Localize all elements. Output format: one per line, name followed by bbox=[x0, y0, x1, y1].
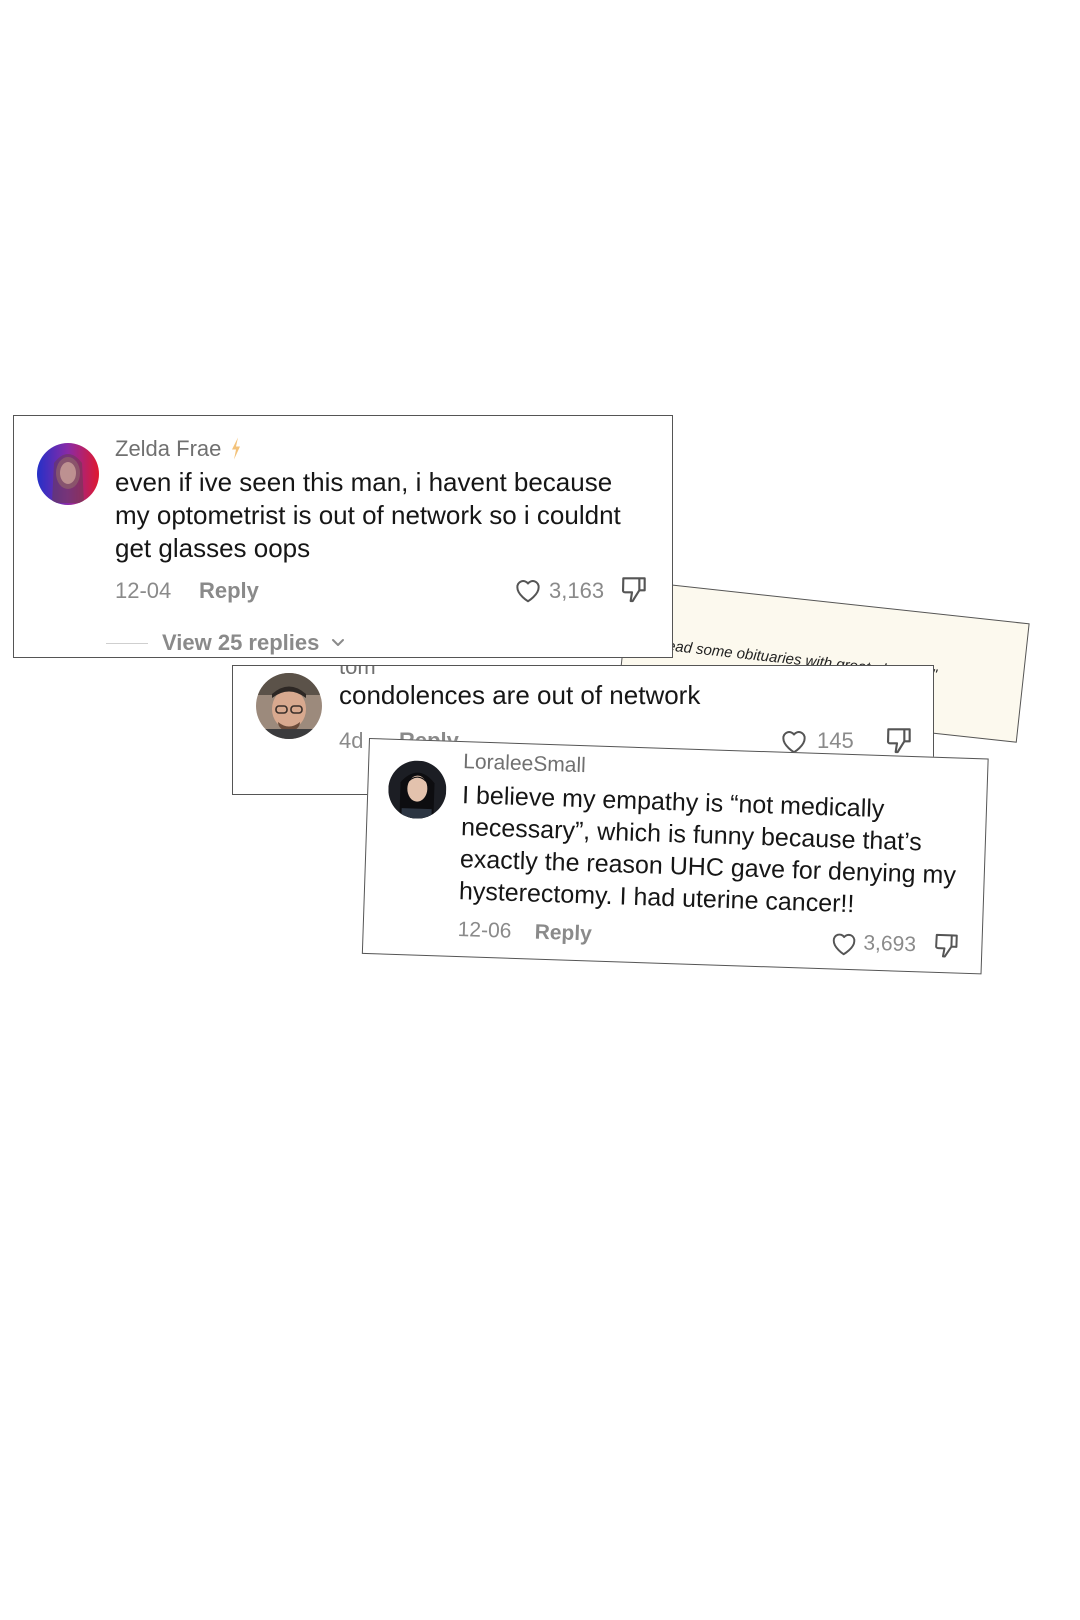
comment-text: condolences are out of network bbox=[339, 680, 701, 710]
comment-date: 12-06 bbox=[457, 918, 512, 943]
comment-card-zelda: Zelda Frae even if ive seen this man, i … bbox=[13, 415, 673, 658]
like-count: 3,693 bbox=[863, 931, 917, 957]
reply-button[interactable]: Reply bbox=[534, 921, 592, 947]
chevron-down-icon[interactable] bbox=[330, 635, 346, 651]
comment-date: 4d bbox=[339, 728, 364, 753]
dislike-icon[interactable] bbox=[618, 573, 650, 605]
like-count: 145 bbox=[817, 728, 854, 753]
comment-card-loralee: LoraleeSmall I believe my empathy is “no… bbox=[361, 738, 989, 975]
username[interactable]: LoraleeSmall bbox=[463, 750, 586, 778]
dislike-icon[interactable] bbox=[883, 724, 915, 756]
replies-divider bbox=[106, 643, 148, 644]
heart-icon[interactable] bbox=[829, 928, 859, 958]
heart-icon[interactable] bbox=[513, 575, 543, 605]
avatar[interactable] bbox=[256, 673, 322, 739]
view-replies-button[interactable]: View 25 replies bbox=[162, 630, 319, 656]
dislike-icon[interactable] bbox=[931, 930, 962, 961]
reply-button[interactable]: Reply bbox=[199, 578, 259, 604]
like-count: 3,163 bbox=[549, 578, 605, 603]
lightning-icon bbox=[232, 437, 240, 460]
avatar[interactable] bbox=[387, 759, 448, 820]
comment-date: 12-04 bbox=[115, 578, 172, 603]
avatar[interactable] bbox=[37, 443, 99, 505]
comment-text-line-3: get glasses oops bbox=[115, 533, 311, 563]
comment-text-line-1: even if ive seen this man, i havent beca… bbox=[115, 467, 613, 497]
comment-text-line-2: my optometrist is out of network so i co… bbox=[115, 500, 621, 530]
username[interactable]: Zelda Frae bbox=[115, 436, 221, 462]
